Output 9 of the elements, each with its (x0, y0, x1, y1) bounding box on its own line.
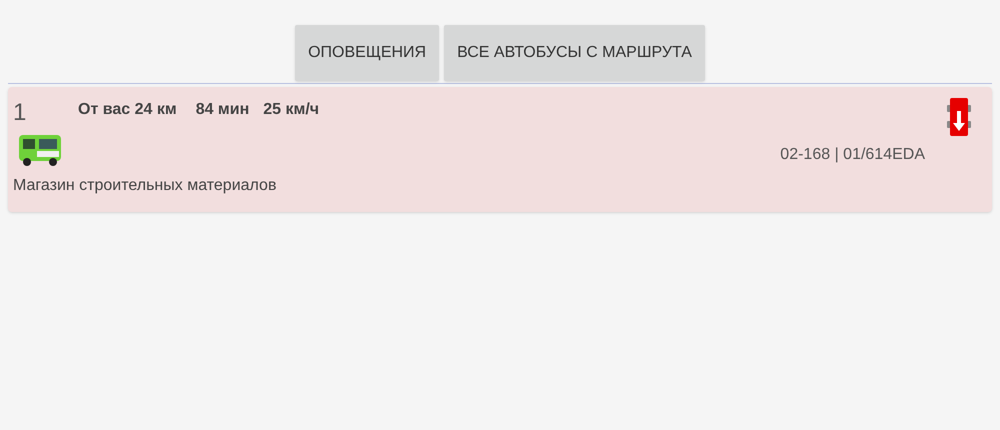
distance-text: От вас 24 км (78, 100, 177, 120)
tab-button[interactable]: ВСЕ АВТОБУСЫ С МАРШРУТА (444, 25, 705, 81)
time-text: 84 мин (196, 100, 250, 120)
stop-name: Магазин строительных материалов (13, 176, 278, 196)
bus-number: 1 (13, 98, 28, 128)
tab-button[interactable]: ОПОВЕЩЕНИЯ (295, 25, 440, 81)
plate-text: 02-168 | 01/614EDA (780, 145, 925, 165)
speed-text: 25 км/ч (263, 100, 320, 120)
bus-card[interactable]: 1 От вас 24 км 84 мин 25 км/ч 02-168 | 01/614EDA Магазин строительных материалов (8, 87, 992, 212)
